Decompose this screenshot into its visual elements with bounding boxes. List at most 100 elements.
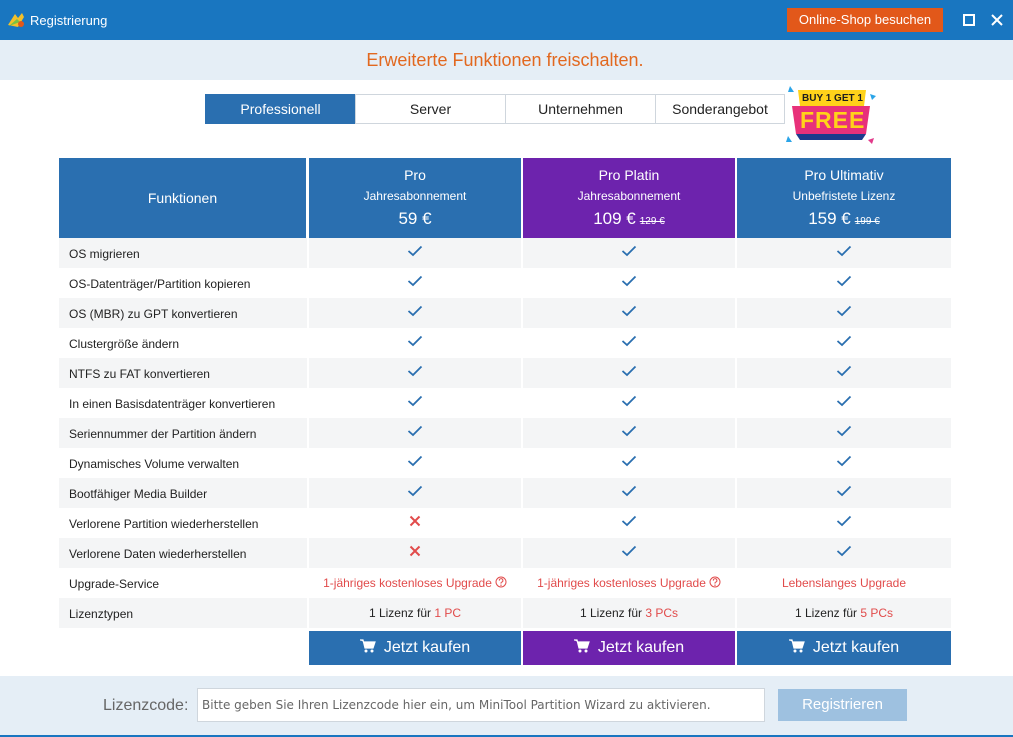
help-icon[interactable]	[709, 576, 721, 588]
plan-price: 159 €199 €	[737, 209, 951, 229]
close-icon[interactable]	[988, 11, 1006, 29]
check-icon	[621, 395, 637, 407]
plan-subscription: Jahresabonnement	[363, 189, 467, 203]
table-row: Verlorene Daten wiederherstellen	[59, 538, 951, 568]
feature-cell	[523, 418, 735, 448]
license-prefix: 1 Lizenz für	[368, 606, 431, 620]
feature-label: In einen Basisdatenträger konvertieren	[69, 397, 276, 411]
plan-price-value: 109 €	[593, 209, 636, 228]
plan-name: Pro	[404, 167, 426, 183]
plan-header-pro-platin: Pro Platin Jahresabonnement 109 €129 €	[523, 158, 735, 238]
online-shop-button[interactable]: Online-Shop besuchen	[787, 8, 943, 32]
buy-button-pro-platin[interactable]: Jetzt kaufen	[523, 631, 735, 665]
check-icon	[407, 455, 423, 467]
check-icon	[407, 395, 423, 407]
buy-label: Jetzt kaufen	[812, 639, 900, 656]
banner-title: Erweiterte Funktionen freischalten.	[366, 50, 644, 70]
feature-label: OS migrieren	[69, 247, 140, 261]
feature-cell	[309, 448, 521, 478]
upgrade-text: Lebenslanges Upgrade	[781, 576, 907, 590]
check-icon	[621, 365, 637, 377]
column-divider	[521, 238, 523, 630]
feature-cell	[737, 358, 951, 388]
plan-name: Pro Platin	[598, 167, 660, 183]
check-icon	[407, 365, 423, 377]
feature-cell	[737, 538, 951, 568]
promo-line-1: BUY 1 GET 1	[802, 93, 863, 104]
feature-cell	[309, 388, 521, 418]
feature-label: Verlorene Partition wiederherstellen	[69, 517, 259, 531]
feature-cell	[523, 238, 735, 268]
feature-cell	[737, 478, 951, 508]
feature-cell	[523, 508, 735, 538]
buy-label: Jetzt kaufen	[597, 639, 685, 656]
column-divider	[735, 238, 737, 630]
license-value-pro: 1 Lizenz für 1 PC	[309, 598, 521, 628]
license-footer: Lizenzcode: Registrieren	[0, 676, 1013, 737]
feature-cell	[737, 268, 951, 298]
check-icon	[621, 455, 637, 467]
tab-server[interactable]: Server	[355, 94, 506, 124]
column-divider	[307, 238, 309, 630]
upgrade-value-pro: 1-jähriges kostenloses Upgrade	[309, 568, 521, 598]
check-icon	[621, 335, 637, 347]
buy-button-pro-ultimativ[interactable]: Jetzt kaufen	[737, 631, 951, 665]
plan-price: 59 €	[309, 209, 521, 229]
check-icon	[836, 485, 852, 497]
plan-old-price: 199 €	[854, 216, 880, 227]
check-icon	[407, 245, 423, 257]
cart-icon	[788, 639, 805, 653]
feature-label: OS-Datenträger/Partition kopieren	[69, 277, 251, 291]
feature-cell	[737, 328, 951, 358]
feature-cell	[309, 418, 521, 448]
cross-icon	[409, 545, 421, 557]
check-icon	[836, 365, 852, 377]
help-icon[interactable]	[495, 576, 507, 588]
check-icon	[836, 545, 852, 557]
plan-header-pro: Pro Jahresabonnement 59 €	[309, 158, 521, 238]
check-icon	[407, 305, 423, 317]
check-icon	[836, 455, 852, 467]
buy-button-pro[interactable]: Jetzt kaufen	[309, 631, 521, 665]
upgrade-text: 1-jähriges kostenloses Upgrade	[537, 576, 706, 590]
feature-cell	[309, 298, 521, 328]
license-count: 3 PCs	[645, 606, 679, 620]
license-code-input[interactable]	[197, 688, 765, 722]
window-title: Registrierung	[30, 13, 108, 28]
cart-icon	[359, 639, 376, 653]
feature-label: NTFS zu FAT konvertieren	[69, 367, 210, 381]
feature-cell	[523, 328, 735, 358]
feature-cell	[309, 238, 521, 268]
promo-line-2: FREE	[800, 107, 866, 133]
check-icon	[621, 485, 637, 497]
tab-professionell[interactable]: Professionell	[205, 94, 356, 124]
feature-cell	[523, 388, 735, 418]
table-row: Dynamisches Volume verwalten	[59, 448, 951, 478]
check-icon	[621, 245, 637, 257]
check-icon	[621, 275, 637, 287]
feature-label: Seriennummer der Partition ändern	[69, 427, 257, 441]
maximize-icon[interactable]	[960, 11, 978, 29]
plan-old-price: 129 €	[639, 216, 665, 227]
license-value-platin: 1 Lizenz für 3 PCs	[523, 598, 735, 628]
table-row-upgrade: Upgrade-Service 1-jähriges kostenloses U…	[59, 568, 951, 598]
banner: Erweiterte Funktionen freischalten.	[0, 40, 1013, 80]
plan-price-value: 159 €	[808, 209, 851, 228]
check-icon	[836, 425, 852, 437]
feature-cell	[737, 238, 951, 268]
register-button[interactable]: Registrieren	[778, 689, 907, 721]
license-count: 1 PC	[434, 606, 462, 620]
feature-cell	[309, 358, 521, 388]
feature-cell	[523, 358, 735, 388]
upgrade-text: 1-jähriges kostenloses Upgrade	[323, 576, 492, 590]
check-icon	[621, 305, 637, 317]
table-row: In einen Basisdatenträger konvertieren	[59, 388, 951, 418]
check-icon	[407, 335, 423, 347]
tab-sonderangebot[interactable]: Sonderangebot	[655, 94, 785, 124]
promo-badge[interactable]: BUY 1 GET 1 FREE	[784, 82, 880, 152]
check-icon	[836, 305, 852, 317]
feature-label: Bootfähiger Media Builder	[69, 487, 208, 501]
license-count: 5 PCs	[860, 606, 894, 620]
tab-unternehmen[interactable]: Unternehmen	[505, 94, 656, 124]
check-icon	[836, 515, 852, 527]
